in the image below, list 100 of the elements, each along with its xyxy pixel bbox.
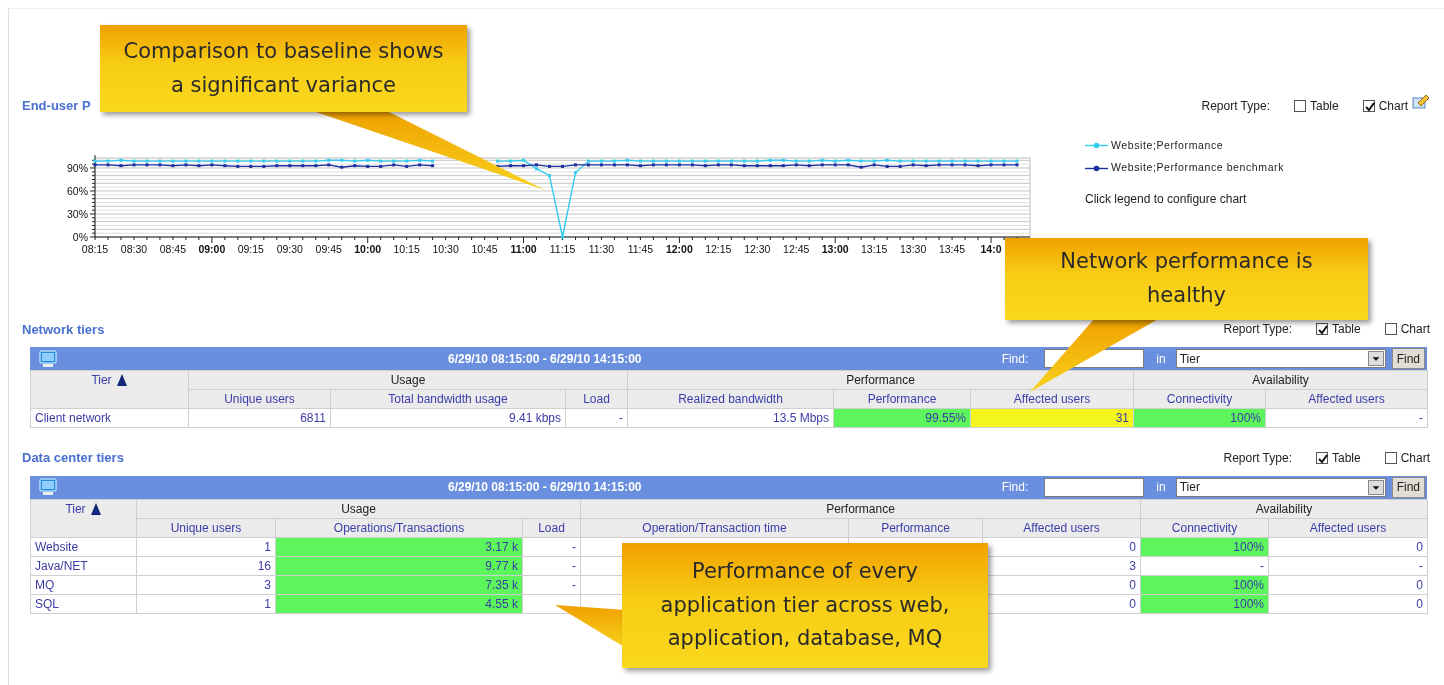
find-button[interactable]: Find (1391, 476, 1425, 498)
axis-label: 11:00 (510, 242, 537, 255)
checkbox[interactable] (1362, 99, 1375, 112)
table-cell: - (522, 575, 581, 594)
data-point (561, 164, 564, 168)
axis-label: 10:30 (432, 242, 459, 255)
data-point (548, 173, 551, 177)
report-type-label: Report Type: (1201, 97, 1270, 115)
checkbox-label: Chart (1400, 449, 1430, 467)
section-title: Network tiers (22, 320, 105, 339)
data-point (859, 165, 863, 169)
checkbox[interactable] (1384, 323, 1397, 336)
table-cell: 13.5 Mbps (627, 408, 834, 428)
data-point (366, 158, 370, 162)
group-header: Availability (1140, 499, 1428, 518)
checkbox[interactable] (1384, 451, 1397, 464)
tier-link[interactable]: Java/NET (35, 558, 88, 573)
axis-label: 09:30 (276, 242, 303, 255)
axis-label: 13:00 (821, 242, 849, 255)
data-point (548, 164, 551, 168)
axis-label: 11:45 (627, 242, 654, 255)
monitor-icon (38, 349, 58, 368)
table-cell: - (565, 408, 628, 428)
axis-label: 08:45 (159, 242, 187, 255)
column-header[interactable]: Tier (30, 499, 137, 537)
data-point (561, 235, 564, 238)
axis-label: 09:45 (315, 242, 342, 255)
data-point (885, 158, 889, 162)
data-point (366, 164, 370, 168)
table-cell: - (1140, 556, 1269, 575)
legend-item[interactable]: Website;Performance (1085, 137, 1285, 154)
tier-link[interactable]: MQ (35, 577, 55, 592)
axis-label: 08:30 (120, 242, 148, 255)
checkbox-label: Chart (1400, 321, 1430, 339)
axis-label: 30% (67, 207, 88, 220)
axis-label: 13:45 (938, 242, 966, 255)
axis-label: 12:15 (705, 242, 732, 255)
sort-ascending-icon[interactable] (89, 501, 102, 516)
tier-link[interactable]: SQL (35, 596, 59, 611)
report-type-label: Report Type: (1223, 449, 1292, 467)
data-point (885, 164, 889, 168)
data-point (340, 165, 344, 169)
data-point (574, 170, 577, 174)
table-cell: 16 (136, 556, 276, 575)
axis-label: 12:30 (744, 242, 771, 255)
checkbox-label: Table (1331, 321, 1361, 339)
group-header: Usage (136, 499, 581, 518)
axis-label: 14:0 (980, 242, 1002, 255)
table-cell: 0 (1268, 575, 1428, 594)
axis-label: 10:00 (354, 242, 382, 255)
axis-label: 11:30 (588, 242, 615, 255)
group-header: Performance (580, 499, 1141, 518)
checkbox-label: Chart (1378, 97, 1408, 115)
checkbox[interactable] (1293, 99, 1306, 112)
axis-label: 60% (67, 184, 88, 197)
tier-link[interactable]: Website (35, 539, 79, 554)
find-button[interactable]: Find (1391, 348, 1425, 369)
table-cell: 6811 (188, 408, 331, 428)
axis-label: 12:45 (783, 242, 810, 255)
axis-label: 08:15 (81, 242, 109, 255)
table-cell: - (1268, 556, 1428, 575)
table-cell: - (522, 556, 581, 575)
find-label: Find: (1001, 479, 1029, 496)
checkbox-label: Table (1309, 97, 1339, 115)
checkbox[interactable] (1315, 451, 1328, 464)
legend-item[interactable]: Website;Performance benchmark (1085, 160, 1285, 176)
find-label: Find: (1001, 350, 1029, 368)
monitor-icon (38, 478, 58, 496)
axis-label: 0% (72, 230, 88, 243)
in-label: in (1156, 350, 1166, 368)
find-field[interactable] (1044, 477, 1145, 497)
axis-label: 09:15 (237, 242, 264, 255)
sort-ascending-icon[interactable] (115, 373, 128, 387)
axis-label: 13:15 (861, 242, 888, 255)
data-point (340, 158, 344, 162)
group-header: Availability (1133, 370, 1428, 390)
edit-icon[interactable] (1412, 93, 1430, 110)
column-header[interactable]: Tier (30, 370, 189, 409)
table-cell: - (1265, 408, 1428, 428)
table-cell: 1 (136, 594, 276, 613)
in-label: in (1156, 479, 1166, 496)
axis-label: 10:15 (393, 242, 420, 255)
header-label: Tier (65, 500, 86, 518)
table-cell: 3 (136, 575, 276, 594)
checkbox[interactable] (1315, 323, 1328, 336)
callout-box: Performance of every application tier across web, application, database, MQ (622, 543, 988, 668)
axis-label: 12:00 (665, 242, 693, 255)
hint-text: Click legend to configure chart (1085, 191, 1248, 208)
callout-box: Comparison to baseline shows a significant variance (100, 25, 467, 112)
date-range: 6/29/10 08:15:00 - 6/29/10 14:15:00 (448, 350, 642, 368)
scope-dropdown[interactable]: Tier (1175, 349, 1386, 368)
axis-label: 11:15 (549, 242, 576, 255)
table-cell: 1 (136, 537, 276, 556)
checkbox-label: Table (1331, 449, 1361, 467)
scope-dropdown[interactable]: Tier (1175, 477, 1386, 497)
table-cell: 0 (1268, 537, 1428, 556)
tier-link[interactable]: Client network (35, 411, 112, 425)
section-title: End-user P (22, 97, 91, 115)
date-range: 6/29/10 08:15:00 - 6/29/10 14:15:00 (448, 479, 642, 496)
data-point (859, 159, 863, 163)
